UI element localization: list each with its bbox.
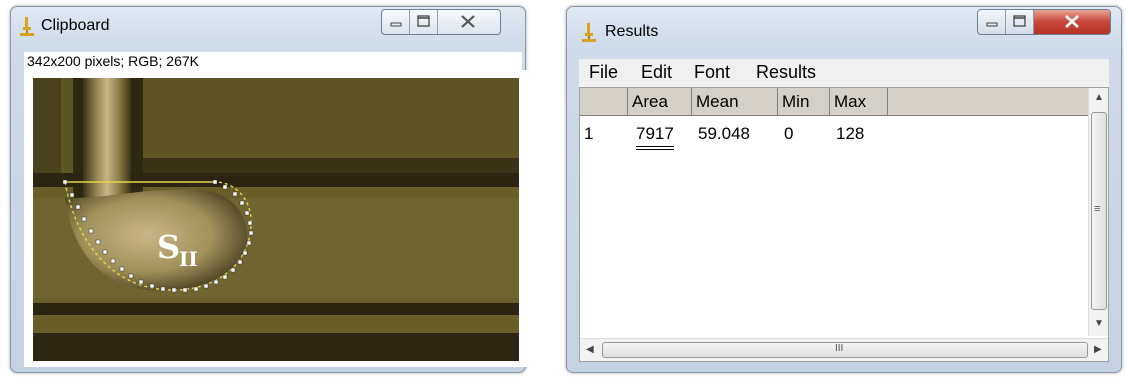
maximize-button[interactable]: [410, 10, 438, 34]
column-header-index[interactable]: [580, 88, 628, 116]
microscope-icon: [20, 17, 34, 36]
minimize-button[interactable]: [978, 10, 1006, 34]
minimize-icon: [986, 22, 998, 27]
microscope-icon: [582, 23, 596, 42]
window-title: Results: [605, 23, 659, 40]
column-header-max[interactable]: Max: [830, 88, 888, 116]
scroll-up-icon[interactable]: ▲: [1094, 92, 1104, 103]
cell-min: 0: [784, 124, 794, 143]
clipboard-window: Clipboard 342x200 pixels; RGB; 267K S II: [10, 6, 529, 373]
results-window: Results File Edit Font Results Area Mean…: [566, 6, 1122, 373]
results-table[interactable]: Area Mean Min Max 1 7917 59.048 0 128 ▲ …: [579, 87, 1109, 362]
region-label: S: [157, 228, 180, 266]
vertical-scrollbar[interactable]: ▲ ≡ ▼: [1088, 88, 1108, 336]
menu-edit[interactable]: Edit: [641, 62, 672, 83]
column-header-mean[interactable]: Mean: [692, 88, 778, 116]
close-button[interactable]: [1034, 10, 1110, 34]
close-button[interactable]: [438, 10, 498, 34]
menu-file[interactable]: File: [589, 62, 618, 83]
image-info-bar: 342x200 pixels; RGB; 267K: [24, 52, 522, 70]
minimize-icon: [390, 22, 402, 27]
scroll-right-icon[interactable]: ▶: [1094, 344, 1102, 355]
clipboard-titlebar[interactable]: Clipboard: [11, 7, 525, 43]
cell-area: 7917: [636, 124, 674, 150]
scroll-grip-icon: III: [835, 343, 844, 354]
minimize-button[interactable]: [382, 10, 410, 34]
cell-mean: 59.048: [698, 124, 750, 143]
scroll-down-icon[interactable]: ▼: [1094, 318, 1104, 329]
window-title: Clipboard: [41, 17, 110, 34]
close-icon: [1065, 15, 1079, 28]
vertical-scroll-thumb[interactable]: ≡: [1091, 112, 1107, 310]
table-header: Area Mean Min Max: [580, 88, 1099, 116]
close-icon: [461, 15, 475, 28]
micrograph-image[interactable]: S II: [33, 78, 519, 361]
menu-bar: File Edit Font Results: [579, 59, 1109, 87]
image-canvas[interactable]: S II: [24, 70, 529, 367]
menu-font[interactable]: Font: [694, 62, 730, 83]
maximize-button[interactable]: [1006, 10, 1034, 34]
row-index: 1: [584, 124, 594, 143]
column-header-area[interactable]: Area: [628, 88, 692, 116]
window-controls: [977, 9, 1111, 35]
horizontal-scrollbar[interactable]: ◀ III ▶: [580, 338, 1108, 361]
cell-max: 128: [836, 124, 865, 143]
window-controls: [381, 9, 501, 35]
menu-results[interactable]: Results: [756, 62, 816, 83]
scroll-left-icon[interactable]: ◀: [586, 344, 594, 355]
maximize-icon: [417, 15, 430, 27]
column-header-min[interactable]: Min: [778, 88, 830, 116]
scroll-grip-icon: ≡: [1094, 203, 1101, 215]
maximize-icon: [1013, 15, 1026, 27]
column-header-empty: [888, 88, 1099, 116]
region-label-subscript: II: [179, 247, 198, 271]
results-titlebar[interactable]: Results: [567, 7, 1121, 43]
horizontal-scroll-thumb[interactable]: III: [602, 342, 1088, 358]
